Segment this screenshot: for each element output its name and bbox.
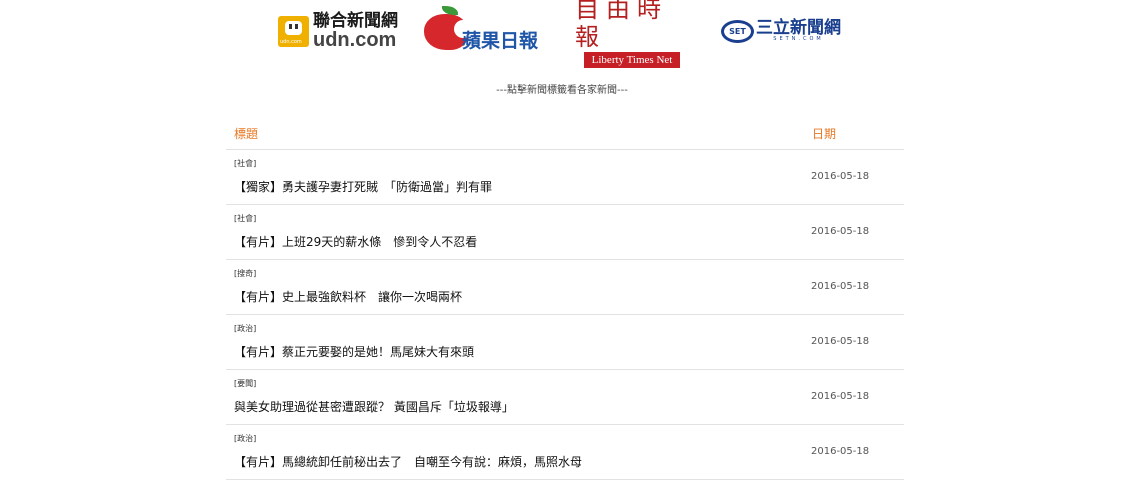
news-category: [搜奇] bbox=[234, 269, 257, 278]
instruction-text: ---點擊新聞標籤看各家新聞--- bbox=[496, 85, 628, 96]
udn-socket-icon: udn.com bbox=[278, 15, 309, 47]
liberty-times-logo-english: Liberty Times Net bbox=[583, 51, 681, 68]
news-title-link[interactable]: 【有片】上班29天的薪水條 慘到令人不忍看 bbox=[234, 233, 477, 250]
setn-mark-icon: SET bbox=[721, 19, 754, 43]
setn-logo[interactable]: SET 三立新聞網 SETN.COM bbox=[721, 18, 841, 43]
setn-logo-english: SETN.COM bbox=[773, 36, 824, 42]
news-date: 2016-05-18 bbox=[811, 281, 870, 292]
liberty-times-logo[interactable]: 自由時報 Liberty Times Net bbox=[569, 0, 695, 68]
table-row[interactable]: [要聞] 與美女助理過從甚密遭跟蹤？ 黃國昌斥「垃圾報導」 2016-05-18 bbox=[226, 370, 904, 425]
news-source-logos: udn.com 聯合新聞網 udn.com 蘋果日報 自由時報 Liberty … bbox=[275, 0, 845, 68]
table-header: 標題 日期 bbox=[226, 122, 904, 150]
news-title-link[interactable]: 與美女助理過從甚密遭跟蹤？ 黃國昌斥「垃圾報導」 bbox=[234, 398, 514, 415]
news-table: 標題 日期 [社會] 【獨家】勇夫護孕妻打死賊 「防衛過當」判有罪 2016-0… bbox=[226, 122, 904, 480]
udn-icon-text: udn.com bbox=[280, 38, 302, 45]
news-category: [政治] bbox=[234, 434, 257, 443]
news-date: 2016-05-18 bbox=[811, 446, 870, 457]
news-title-link[interactable]: 【有片】蔡正元要娶的是她！馬尾妹大有來頭 bbox=[234, 343, 474, 360]
table-row[interactable]: [搜奇] 【有片】史上最強飲料杯 讓你一次喝兩杯 2016-05-18 bbox=[226, 260, 904, 315]
table-row[interactable]: [社會] 【獨家】勇夫護孕妻打死賊 「防衛過當」判有罪 2016-05-18 bbox=[226, 150, 904, 205]
news-title-link[interactable]: 【有片】史上最強飲料杯 讓你一次喝兩杯 bbox=[234, 288, 462, 305]
news-date: 2016-05-18 bbox=[811, 391, 870, 402]
news-date: 2016-05-18 bbox=[811, 226, 870, 237]
udn-logo-english: udn.com bbox=[313, 28, 397, 51]
news-date: 2016-05-18 bbox=[811, 171, 870, 182]
liberty-times-logo-chinese: 自由時報 bbox=[575, 0, 668, 51]
udn-logo[interactable]: udn.com 聯合新聞網 udn.com bbox=[278, 10, 398, 51]
table-row[interactable]: [政治] 【有片】馬總統卸任前秘出去了 自嘲至今有說：麻煩，馬照水母 2016-… bbox=[226, 425, 904, 480]
news-category: [社會] bbox=[234, 214, 257, 223]
table-row[interactable]: [政治] 【有片】蔡正元要娶的是她！馬尾妹大有來頭 2016-05-18 bbox=[226, 315, 904, 370]
apple-daily-logo[interactable]: 蘋果日報 bbox=[424, 6, 549, 56]
news-category: [要聞] bbox=[234, 379, 257, 388]
news-category: [政治] bbox=[234, 324, 257, 333]
udn-logo-chinese: 聯合新聞網 bbox=[313, 10, 398, 31]
setn-logo-chinese: 三立新聞網 bbox=[756, 18, 841, 38]
header-date: 日期 bbox=[812, 127, 837, 141]
apple-daily-logo-text: 蘋果日報 bbox=[462, 30, 539, 52]
news-date: 2016-05-18 bbox=[811, 336, 870, 347]
news-category: [社會] bbox=[234, 159, 257, 168]
header-title: 標題 bbox=[234, 127, 259, 141]
table-row[interactable]: [社會] 【有片】上班29天的薪水條 慘到令人不忍看 2016-05-18 bbox=[226, 205, 904, 260]
news-title-link[interactable]: 【獨家】勇夫護孕妻打死賊 「防衛過當」判有罪 bbox=[234, 178, 492, 195]
news-title-link[interactable]: 【有片】馬總統卸任前秘出去了 自嘲至今有說：麻煩，馬照水母 bbox=[234, 453, 582, 470]
